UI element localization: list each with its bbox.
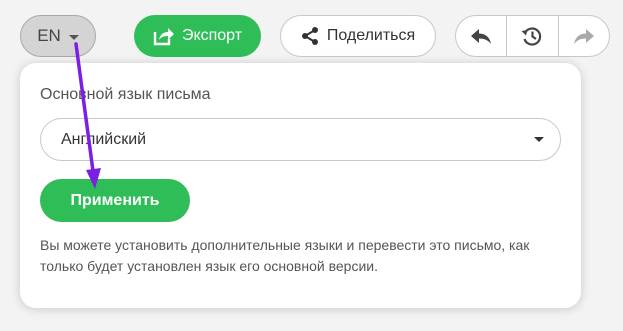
language-code: EN (37, 26, 61, 45)
primary-language-select[interactable]: Английский (40, 118, 561, 161)
primary-language-label: Основной язык письма (40, 86, 211, 103)
history-button[interactable] (506, 16, 557, 56)
redo-button[interactable] (557, 16, 609, 56)
undo-icon (471, 29, 492, 44)
share-button[interactable]: Поделиться (280, 15, 436, 57)
history-icon (521, 27, 542, 46)
redo-icon (573, 29, 594, 44)
undo-button[interactable] (456, 16, 506, 56)
language-dropdown-button[interactable]: EN (20, 15, 96, 57)
export-button[interactable]: Экспорт (134, 15, 261, 57)
info-note: Вы можете установить дополнительные язык… (40, 237, 530, 274)
export-label: Экспорт (181, 27, 243, 44)
share-icon (301, 27, 318, 45)
history-button-group (455, 15, 610, 57)
language-settings-panel: Основной язык письма Английский Применит… (20, 63, 581, 308)
share-label: Поделиться (326, 27, 416, 44)
caret-down-icon (68, 35, 79, 40)
selected-language: Английский (61, 130, 147, 148)
export-icon (153, 28, 174, 46)
caret-down-icon (534, 137, 544, 142)
apply-button[interactable]: Применить (40, 179, 190, 222)
